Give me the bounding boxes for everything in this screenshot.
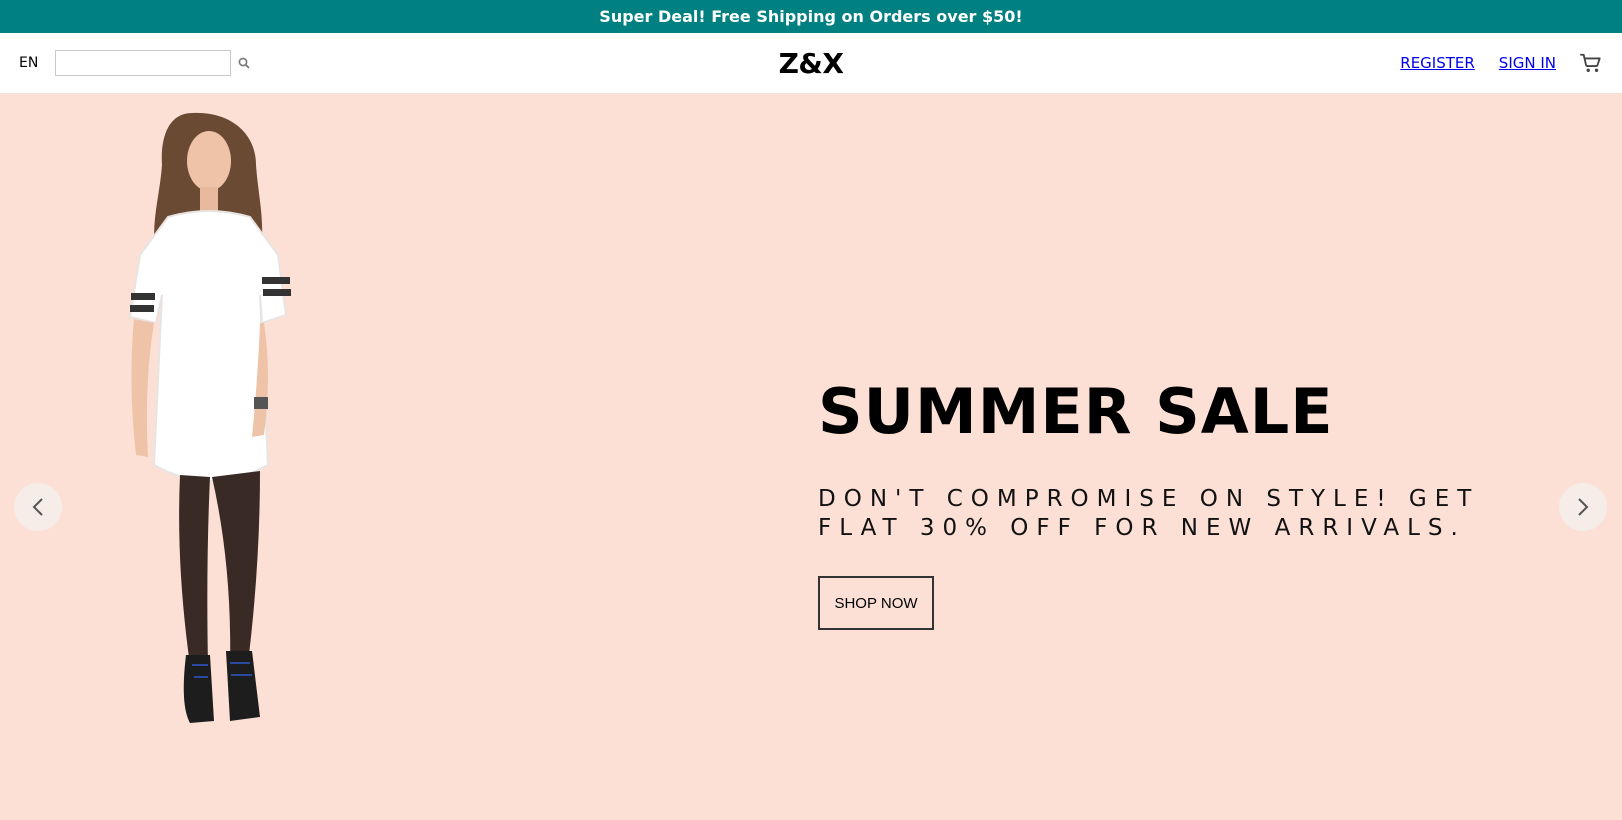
nav-left: EN	[19, 50, 250, 76]
announcement-text: Super Deal! Free Shipping on Orders over…	[599, 7, 1023, 26]
language-selector[interactable]: EN	[19, 55, 38, 71]
hero-content: SUMMER SALE DON'T COMPROMISE ON STYLE! G…	[818, 381, 1578, 630]
hero-subtitle: DON'T COMPROMISE ON STYLE! GET FLAT 30% …	[818, 486, 1480, 541]
search-icon[interactable]	[238, 56, 250, 70]
model-image	[128, 112, 291, 723]
announcement-bar: Super Deal! Free Shipping on Orders over…	[0, 0, 1622, 33]
chevron-right-icon	[1578, 498, 1589, 516]
search-input[interactable]	[62, 53, 239, 73]
register-link[interactable]: REGISTER	[1400, 54, 1475, 72]
prev-slide-button[interactable]	[14, 483, 62, 531]
next-slide-button[interactable]	[1559, 483, 1607, 531]
chevron-left-icon	[32, 498, 43, 516]
nav-right: REGISTER SIGN IN	[1400, 52, 1602, 74]
cart-icon[interactable]	[1580, 52, 1602, 74]
hero-title: SUMMER SALE	[818, 375, 1334, 448]
search-box[interactable]	[55, 50, 250, 76]
shop-now-button[interactable]: SHOP NOW	[818, 576, 934, 630]
logo[interactable]: Z&X	[779, 47, 844, 80]
navbar: EN Z&X REGISTER SIGN IN	[0, 33, 1622, 93]
sign-in-link[interactable]: SIGN IN	[1499, 54, 1556, 72]
hero-slider: SUMMER SALE DON'T COMPROMISE ON STYLE! G…	[0, 93, 1622, 820]
